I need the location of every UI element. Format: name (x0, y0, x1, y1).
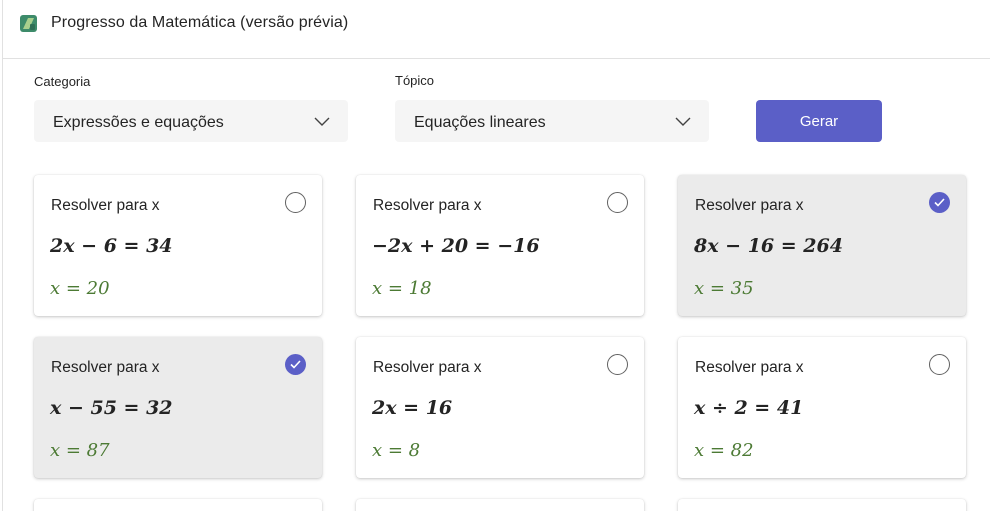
problem-card[interactable]: Resolver para x 2x = 16 x = 8 (356, 337, 644, 478)
problem-equation: 2x = 16 (372, 397, 453, 419)
problem-card[interactable] (356, 499, 644, 511)
problem-answer: x = 35 (694, 278, 754, 299)
select-radio[interactable] (285, 354, 306, 375)
problem-prompt: Resolver para x (373, 197, 482, 214)
title-bar: Progresso da Matemática (versão prévia) (3, 0, 990, 59)
topic-value: Equações lineares (414, 114, 546, 131)
problem-card[interactable] (678, 499, 966, 511)
select-radio[interactable] (607, 354, 628, 375)
problem-equation: x ÷ 2 = 41 (694, 397, 804, 419)
problem-card[interactable]: Resolver para x x ÷ 2 = 41 x = 82 (678, 337, 966, 478)
problem-prompt: Resolver para x (51, 197, 160, 214)
problem-answer: x = 8 (372, 440, 421, 461)
topic-label: Tópico (395, 73, 435, 88)
app-title: Progresso da Matemática (versão prévia) (51, 14, 349, 31)
generate-button[interactable]: Gerar (756, 100, 882, 142)
problem-answer: x = 87 (50, 440, 110, 461)
problem-equation: x − 55 = 32 (50, 397, 173, 419)
category-label: Categoria (34, 74, 91, 89)
problem-prompt: Resolver para x (51, 359, 160, 376)
problem-answer: x = 82 (694, 440, 754, 461)
category-value: Expressões e equações (53, 114, 224, 131)
checkmark-icon (290, 360, 301, 369)
problem-card[interactable]: Resolver para x 8x − 16 = 264 x = 35 (678, 175, 966, 316)
app-window: Progresso da Matemática (versão prévia) … (2, 0, 990, 511)
problem-equation: 8x − 16 = 264 (694, 235, 843, 257)
math-progress-app-icon (20, 15, 37, 32)
select-radio[interactable] (607, 192, 628, 213)
chevron-down-icon (675, 117, 691, 126)
problem-card[interactable]: Resolver para x x − 55 = 32 x = 87 (34, 337, 322, 478)
problem-equation: 2x − 6 = 34 (50, 235, 173, 257)
topic-dropdown[interactable]: Equações lineares (395, 100, 709, 142)
problem-answer: x = 20 (50, 278, 110, 299)
problem-card[interactable]: Resolver para x −2x + 20 = −16 x = 18 (356, 175, 644, 316)
problem-equation: −2x + 20 = −16 (372, 235, 540, 257)
problem-prompt: Resolver para x (373, 359, 482, 376)
problem-card[interactable] (34, 499, 322, 511)
problem-prompt: Resolver para x (695, 359, 804, 376)
problem-card[interactable]: Resolver para x 2x − 6 = 34 x = 20 (34, 175, 322, 316)
checkmark-icon (934, 198, 945, 207)
category-dropdown[interactable]: Expressões e equações (34, 100, 348, 142)
problem-prompt: Resolver para x (695, 197, 804, 214)
chevron-down-icon (314, 117, 330, 126)
select-radio[interactable] (929, 192, 950, 213)
select-radio[interactable] (929, 354, 950, 375)
select-radio[interactable] (285, 192, 306, 213)
problem-answer: x = 18 (372, 278, 432, 299)
